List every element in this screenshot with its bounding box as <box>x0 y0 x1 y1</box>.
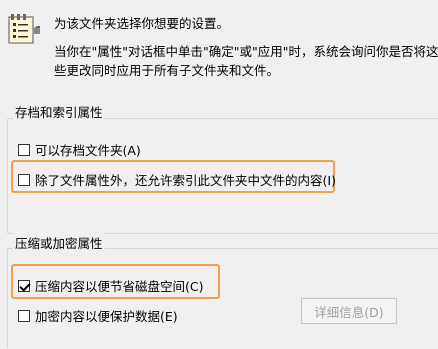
folder-settings-icon <box>7 13 41 47</box>
compress-checkbox[interactable] <box>18 279 30 292</box>
encrypt-label: 加密内容以便保护数据(E) <box>35 309 178 324</box>
archive-folder-label: 可以存档文件夹(A) <box>35 143 141 158</box>
archive-index-group-title: 存档和索引属性 <box>13 102 105 121</box>
encrypt-checkbox[interactable] <box>18 309 30 322</box>
dialog-note-line2: 些更改同时应用于所有子文件夹和文件。 <box>54 63 280 78</box>
index-content-label: 除了文件属性外，还允许索引此文件夹中文件的内容(I) <box>35 173 336 188</box>
dialog-description: 为该文件夹选择你想要的设置。 <box>54 16 230 31</box>
compress-label: 压缩内容以便节省磁盘空间(C) <box>35 279 204 294</box>
details-button[interactable]: 详细信息(D) <box>301 298 397 324</box>
index-content-checkbox[interactable] <box>18 173 30 186</box>
compress-checkbox-row[interactable]: 压缩内容以便节省磁盘空间(C) <box>18 276 203 295</box>
dialog-note-line1: 当你在"属性"对话框中单击"确定"或"应用"时，系统会询问你是否将这 <box>54 44 438 59</box>
index-content-checkbox-row[interactable]: 除了文件属性外，还允许索引此文件夹中文件的内容(I) <box>18 170 336 189</box>
encrypt-checkbox-row[interactable]: 加密内容以便保护数据(E) <box>18 306 178 325</box>
compress-encrypt-group-title: 压缩或加密属性 <box>13 233 105 252</box>
archive-folder-checkbox[interactable] <box>18 143 30 156</box>
archive-folder-checkbox-row[interactable]: 可以存档文件夹(A) <box>18 140 141 159</box>
